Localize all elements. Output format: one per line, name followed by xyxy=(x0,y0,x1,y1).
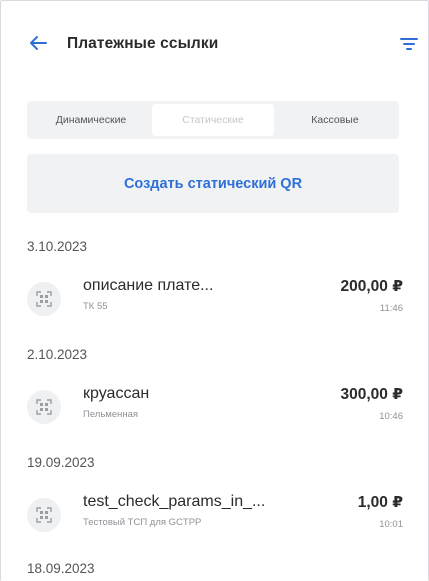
tab-cash[interactable]: Кассовые xyxy=(274,104,396,136)
list-item[interactable]: круассан Пельменная 300,00 ₽ 10:46 xyxy=(27,383,403,431)
item-subtitle: ТК 55 xyxy=(83,301,108,312)
item-title: круассан xyxy=(83,385,150,402)
date-header: 3.10.2023 xyxy=(27,239,88,254)
tab-dynamic[interactable]: Динамические xyxy=(30,104,152,136)
tab-static[interactable]: Статические xyxy=(152,104,274,136)
item-amount: 1,00 ₽ xyxy=(357,494,403,511)
filter-button[interactable] xyxy=(399,35,419,53)
item-title: описание плате... xyxy=(83,277,214,294)
payment-links-screen: Платежные ссылки Динамические Статически… xyxy=(0,0,429,581)
date-header: 18.09.2023 xyxy=(27,561,95,576)
item-amount: 200,00 ₽ xyxy=(340,278,404,295)
item-amount: 300,00 ₽ xyxy=(340,386,404,403)
item-time: 10:46 xyxy=(379,411,403,422)
arrow-left-icon xyxy=(30,36,47,50)
qr-code-icon xyxy=(27,498,61,532)
item-subtitle: Пельменная xyxy=(83,409,139,420)
item-time: 10:01 xyxy=(379,519,403,530)
header: Платежные ссылки xyxy=(1,1,428,91)
item-subtitle: Тестовый ТСП для GCTPP xyxy=(83,517,202,528)
create-static-qr-button[interactable]: Создать статический QR xyxy=(27,154,399,213)
list-item[interactable]: описание плате... ТК 55 200,00 ₽ 11:46 xyxy=(27,275,403,323)
tab-bar: Динамические Статические Кассовые xyxy=(27,101,399,139)
qr-code-icon xyxy=(27,390,61,424)
list-item[interactable]: test_check_params_in_... Тестовый ТСП дл… xyxy=(27,491,403,539)
back-button[interactable] xyxy=(27,32,49,54)
date-header: 19.09.2023 xyxy=(27,455,95,470)
qr-code-icon xyxy=(27,282,61,316)
item-title: test_check_params_in_... xyxy=(83,493,266,510)
filter-icon xyxy=(400,38,418,50)
page-title: Платежные ссылки xyxy=(67,35,219,52)
date-header: 2.10.2023 xyxy=(27,347,88,362)
item-time: 11:46 xyxy=(379,303,403,314)
